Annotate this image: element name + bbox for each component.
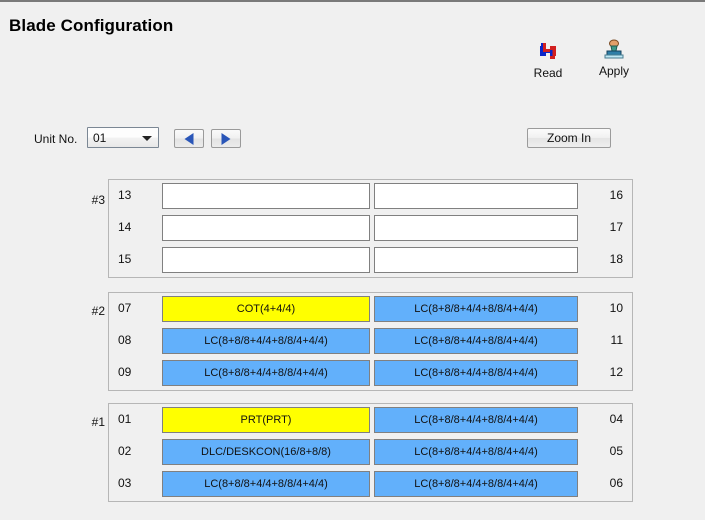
blade-slot[interactable] (374, 247, 578, 273)
blade-slot[interactable]: LC(8+8/8+4/4+8/8/4+4/4) (374, 328, 578, 354)
slot-number-left: 13 (118, 188, 132, 202)
unit-no-selected-value: 01 (93, 131, 107, 145)
read-button[interactable]: Read (519, 40, 577, 80)
slot-number-left: 01 (118, 412, 132, 426)
blade-group-2: 07 COT(4+4/4) LC(8+8/8+4/4+8/8/4+4/4) 10… (108, 292, 633, 391)
apply-button[interactable]: Apply (585, 38, 643, 78)
slot-number-right: 06 (609, 476, 623, 490)
blade-slot[interactable]: LC(8+8/8+4/4+8/8/4+4/4) (162, 360, 370, 386)
slot-number-left: 09 (118, 365, 132, 379)
group-tag-1: #1 (91, 415, 105, 429)
slot-number-left: 15 (118, 252, 132, 266)
refresh-icon (519, 40, 577, 66)
unit-no-select[interactable]: 01 (87, 127, 159, 148)
arrow-left-icon (184, 132, 194, 145)
blade-slot[interactable]: LC(8+8/8+4/4+8/8/4+4/4) (374, 360, 578, 386)
slot-number-right: 11 (610, 333, 623, 347)
stamp-icon (585, 38, 643, 64)
page-title: Blade Configuration (9, 16, 174, 35)
blade-row: 13 16 (109, 180, 632, 212)
application-window: Blade Configuration Read Apply Unit No. … (0, 0, 705, 520)
arrow-right-icon (221, 132, 231, 145)
blade-slot[interactable]: COT(4+4/4) (162, 296, 370, 322)
blade-slot[interactable] (162, 183, 370, 209)
slot-number-right: 16 (609, 188, 623, 202)
slot-number-right: 12 (609, 365, 623, 379)
slot-number-right: 10 (609, 301, 623, 315)
unit-no-label: Unit No. (34, 132, 78, 146)
read-button-label: Read (533, 66, 563, 80)
slot-number-right: 05 (609, 444, 623, 458)
blade-slot[interactable] (374, 215, 578, 241)
blade-row: 01 PRT(PRT) LC(8+8/8+4/4+8/8/4+4/4) 04 (109, 404, 632, 436)
slot-number-left: 08 (118, 333, 132, 347)
blade-slot[interactable] (162, 247, 370, 273)
apply-button-label: Apply (598, 64, 630, 78)
chevron-down-icon (139, 128, 155, 147)
blade-slot[interactable]: DLC/DESKCON(16/8+8/8) (162, 439, 370, 465)
slot-number-left: 07 (118, 301, 132, 315)
slot-number-left: 14 (118, 220, 132, 234)
blade-slot[interactable] (162, 215, 370, 241)
slot-number-right: 18 (609, 252, 623, 266)
blade-row: 15 18 (109, 244, 632, 276)
slot-number-right: 04 (609, 412, 623, 426)
blade-row: 08 LC(8+8/8+4/4+8/8/4+4/4) LC(8+8/8+4/4+… (109, 325, 632, 357)
blade-group-1: 01 PRT(PRT) LC(8+8/8+4/4+8/8/4+4/4) 04 0… (108, 403, 633, 502)
slot-number-left: 02 (118, 444, 132, 458)
blade-group-3: 13 16 14 17 15 18 (108, 179, 633, 278)
zoom-in-button[interactable]: Zoom In (527, 128, 611, 148)
blade-slot[interactable]: LC(8+8/8+4/4+8/8/4+4/4) (374, 407, 578, 433)
blade-slot[interactable]: LC(8+8/8+4/4+8/8/4+4/4) (162, 328, 370, 354)
slot-number-left: 03 (118, 476, 132, 490)
slot-number-right: 17 (609, 220, 623, 234)
blade-row: 03 LC(8+8/8+4/4+8/8/4+4/4) LC(8+8/8+4/4+… (109, 468, 632, 500)
blade-slot[interactable]: PRT(PRT) (162, 407, 370, 433)
blade-slot[interactable]: LC(8+8/8+4/4+8/8/4+4/4) (374, 296, 578, 322)
group-tag-2: #2 (91, 304, 105, 318)
next-unit-button[interactable] (211, 129, 241, 148)
blade-row: 09 LC(8+8/8+4/4+8/8/4+4/4) LC(8+8/8+4/4+… (109, 357, 632, 389)
blade-row: 02 DLC/DESKCON(16/8+8/8) LC(8+8/8+4/4+8/… (109, 436, 632, 468)
blade-slot[interactable]: LC(8+8/8+4/4+8/8/4+4/4) (374, 439, 578, 465)
previous-unit-button[interactable] (174, 129, 204, 148)
blade-slot[interactable] (374, 183, 578, 209)
group-tag-3: #3 (91, 193, 105, 207)
blade-row: 14 17 (109, 212, 632, 244)
blade-row: 07 COT(4+4/4) LC(8+8/8+4/4+8/8/4+4/4) 10 (109, 293, 632, 325)
blade-slot[interactable]: LC(8+8/8+4/4+8/8/4+4/4) (162, 471, 370, 497)
blade-slot[interactable]: LC(8+8/8+4/4+8/8/4+4/4) (374, 471, 578, 497)
